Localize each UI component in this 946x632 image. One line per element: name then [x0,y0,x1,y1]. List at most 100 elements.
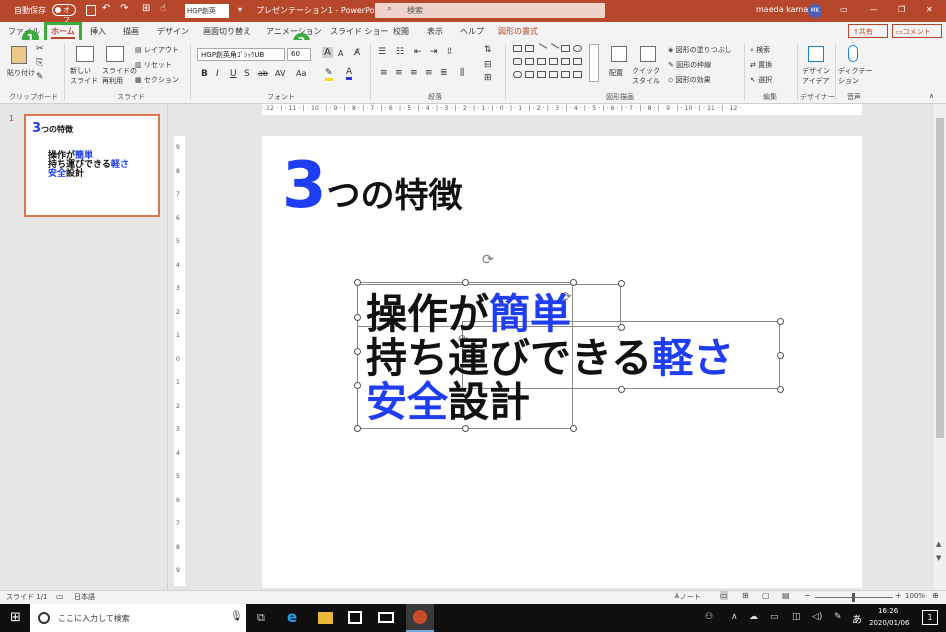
clock-time[interactable]: 16:26 [878,607,898,615]
touch-icon[interactable]: ☝ [160,3,166,14]
align-text-icon[interactable]: ⊟ [484,60,492,70]
resize-handle[interactable] [570,279,577,286]
resize-handle[interactable] [618,324,625,331]
numbering-icon[interactable]: ☷ [396,47,404,57]
scrollbar-thumb[interactable] [936,118,944,438]
body-line-1[interactable]: 操作が簡単 [366,294,571,335]
char-spacing-button[interactable]: AV [275,69,285,78]
indent-increase-icon[interactable]: ⇥ [430,47,438,57]
qat-menu-icon[interactable]: ▾ [238,5,242,14]
new-slide-icon[interactable] [76,46,94,62]
select-button[interactable]: ↖ 選択 [750,75,772,85]
resize-handle[interactable] [354,348,361,355]
tab-design[interactable]: デザイン [157,26,189,37]
font-name-box[interactable]: HGP創英角ｺﾞｼｯｸUB [197,48,285,61]
star-shape-icon[interactable] [573,58,582,65]
rotate-handle-icon[interactable]: ⟳ [482,252,494,268]
zoom-out-icon[interactable]: − [804,591,811,600]
vertical-textbox-shape-icon[interactable] [525,45,534,52]
notes-button[interactable]: ≜ノート [674,592,701,602]
store-icon[interactable] [348,611,362,624]
line-shape-icon[interactable] [535,43,548,54]
save-icon[interactable] [86,5,96,16]
search-box[interactable]: ⌕ 検索 [375,3,605,18]
new-slide-button[interactable]: 新しい スライド [70,66,98,86]
align-right-icon[interactable]: ≡ [410,68,418,78]
gallery-scroll[interactable] [589,44,599,82]
body-line-2[interactable]: 持ち運びできる軽さ [366,338,734,379]
layout-button[interactable]: ▤ レイアウト [135,45,179,55]
normal-view-icon[interactable]: ▭ [720,591,728,600]
arrange-button[interactable]: 配置 [609,68,623,78]
change-case-button[interactable]: Aa [296,69,306,78]
taskbar-search-box[interactable]: ここに入力して検索 🎙 [30,604,246,632]
redo-icon[interactable]: ↷ [120,3,128,14]
tab-transitions[interactable]: 画面切り替え [203,26,251,37]
shape-outline-button[interactable]: ✎ 図形の枠線 [668,60,711,70]
slide-thumbnail[interactable]: 3つの特徴 操作が簡単 持ち運びできる軽さ 安全設計 [24,114,160,217]
freeform-shape-icon[interactable] [513,71,522,78]
bullets-icon[interactable]: ☰ [378,47,386,57]
quick-style-icon[interactable] [640,46,656,62]
format-painter-icon[interactable]: ✎ [36,72,44,82]
tab-shape-format[interactable]: 図形の書式 [498,26,538,37]
resize-handle[interactable] [354,279,361,286]
arrange-icon[interactable] [611,46,627,62]
language[interactable]: 日本語 [74,592,95,602]
resize-handle[interactable] [354,425,361,432]
text-direction-icon[interactable]: ⇅ [484,45,492,55]
qat-font-box[interactable]: HGP創英 [185,4,229,18]
shape-fill-button[interactable]: ◈ 図形の塗りつぶし [668,45,732,55]
reuse-slides-icon[interactable] [106,46,124,62]
oval-shape-icon[interactable] [573,45,582,52]
vertical-scrollbar[interactable]: ▲ ▼ [934,104,946,590]
brace-shape-icon[interactable] [525,71,534,78]
tab-insert[interactable]: 挿入 [90,26,106,37]
tray-expand-icon[interactable]: ∧ [731,612,738,622]
align-center-icon[interactable]: ≡ [395,68,403,78]
fit-slide-icon[interactable]: ⊕ [932,591,939,600]
designer-icon[interactable] [808,46,824,62]
replace-button[interactable]: ⇄ 置換 [750,60,772,70]
indent-decrease-icon[interactable]: ⇤ [414,47,422,57]
shadow-button[interactable]: S [244,69,250,79]
right-brace-shape-icon[interactable] [573,71,582,78]
vertical-ruler[interactable]: 9 8 7 6 5 4 3 2 1 0 1 2 3 4 5 6 7 8 9 [174,136,185,586]
distribute-icon[interactable]: ≣ [440,68,448,78]
font-size-box[interactable]: 60 [287,48,311,61]
curve-shape-icon[interactable] [537,71,546,78]
font-color-icon[interactable]: A [346,67,353,80]
quick-style-button[interactable]: クイック スタイル [632,66,660,86]
design-ideas-button[interactable]: デザイン アイデア [802,66,830,86]
resize-handle[interactable] [570,425,577,432]
resize-handle[interactable] [618,386,625,393]
onedrive-icon[interactable]: ☁ [749,612,758,622]
smartart-icon[interactable]: ⊞ [484,73,492,83]
align-left-icon[interactable]: ≡ [380,68,388,78]
comment-button[interactable]: ▭コメント [892,24,942,38]
microphone-icon[interactable]: 🎙 [230,611,243,622]
pen-workspace-icon[interactable]: ✎ [834,612,842,622]
reset-button[interactable]: ▥ リセット [135,60,172,70]
share-button[interactable]: ⇪共有 [848,24,888,38]
copy-icon[interactable]: ⎘ [36,58,43,68]
tab-draw[interactable]: 描画 [123,26,139,37]
arrow-shape-icon[interactable] [547,43,560,54]
ribbon-display-icon[interactable]: ▭ [840,5,848,14]
resize-handle[interactable] [462,279,469,286]
textbox-shape-icon[interactable] [513,45,522,52]
reuse-slides-button[interactable]: スライドの 再利用 [102,66,137,86]
body-line-3[interactable]: 安全設計 [366,382,530,423]
resize-handle[interactable] [777,352,784,359]
rectangle-shape-icon[interactable] [561,45,570,52]
resize-handle[interactable] [354,382,361,389]
scroll-down-icon[interactable]: ▼ [936,554,941,562]
microphone-icon[interactable] [848,45,858,62]
sorter-view-icon[interactable]: ⊞ [742,591,749,600]
slide-title[interactable]: 3つの特徴 [282,154,463,218]
bracket-shape-icon[interactable] [549,71,558,78]
minimize-icon[interactable]: — [870,5,878,14]
clock-date[interactable]: 2020/01/06 [869,619,909,627]
tab-review[interactable]: 校閲 [393,26,409,37]
people-icon[interactable]: ⚇ [705,612,713,622]
